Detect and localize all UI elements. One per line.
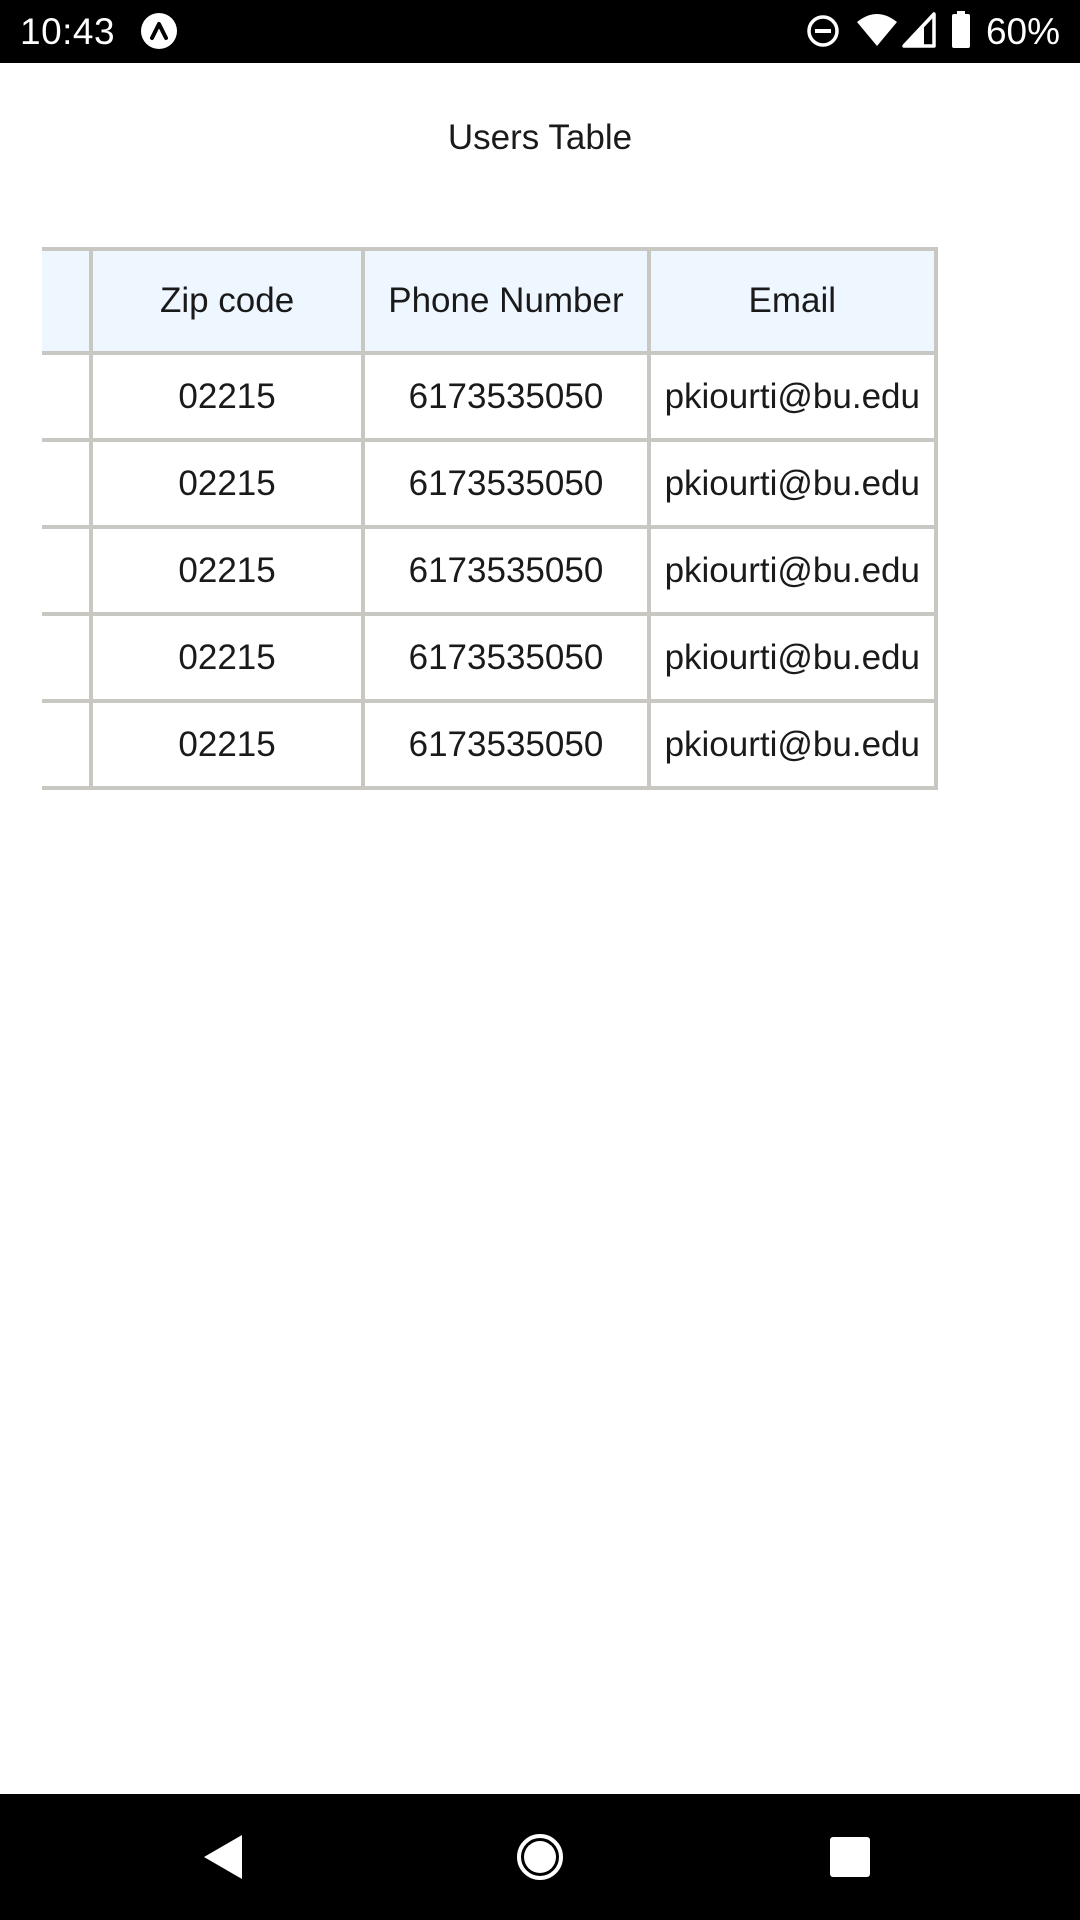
back-icon [204,1835,242,1879]
do-not-disturb-icon [807,15,839,47]
users-table: Zip code Phone Number Email 02215 617353… [42,247,938,790]
page-title: Users Table [447,118,633,157]
cell-email: pkiourti@bu.edu [646,699,934,786]
cell-zip-code: 02215 [88,438,362,525]
table-header-row: Zip code Phone Number Email [42,251,934,355]
battery-icon [952,11,970,48]
table-row: 02215 6173535050 pkiourti@bu.edu [42,355,934,438]
cell-zip-code: 02215 [88,355,362,438]
cell-phone-number: 6173535050 [361,355,647,438]
cell-prev [42,699,89,786]
home-icon [517,1834,563,1880]
status-time: 10:43 [20,11,116,52]
cell-phone-number: 6173535050 [361,699,647,786]
cell-phone-number: 6173535050 [361,525,647,612]
wifi-icon [857,14,897,46]
cell-email: pkiourti@bu.edu [646,525,934,612]
table-row: 02215 6173535050 pkiourti@bu.edu [42,699,934,786]
cell-prev [42,612,89,699]
recents-icon [830,1837,870,1877]
cell-prev [42,525,89,612]
cell-prev [42,438,89,525]
table-row: 02215 6173535050 pkiourti@bu.edu [42,525,934,612]
column-header-hidden [42,251,89,355]
home-button[interactable] [480,1794,600,1920]
cell-email: pkiourti@bu.edu [646,355,934,438]
cell-email: pkiourti@bu.edu [646,438,934,525]
table-row: 02215 6173535050 pkiourti@bu.edu [42,612,934,699]
cell-zip-code: 02215 [88,699,362,786]
cell-zip-code: 02215 [88,612,362,699]
cell-zip-code: 02215 [88,525,362,612]
cell-prev [42,355,89,438]
cell-signal-icon [902,12,936,48]
cell-email: pkiourti@bu.edu [646,612,934,699]
status-bar: 10:43 60% [0,0,1080,63]
navigation-bar [0,1794,1080,1920]
app-notification-icon [141,13,177,49]
cell-phone-number: 6173535050 [361,438,647,525]
column-header-phone-number: Phone Number [361,251,647,355]
column-header-email: Email [646,251,934,355]
cell-phone-number: 6173535050 [361,612,647,699]
battery-percent: 60% [985,11,1060,52]
recents-button[interactable] [790,1794,910,1920]
table-row: 02215 6173535050 pkiourti@bu.edu [42,438,934,525]
back-button[interactable] [164,1794,284,1920]
table-scroll-container[interactable]: Zip code Phone Number Email 02215 617353… [42,247,1038,797]
column-header-zip-code: Zip code [88,251,362,355]
